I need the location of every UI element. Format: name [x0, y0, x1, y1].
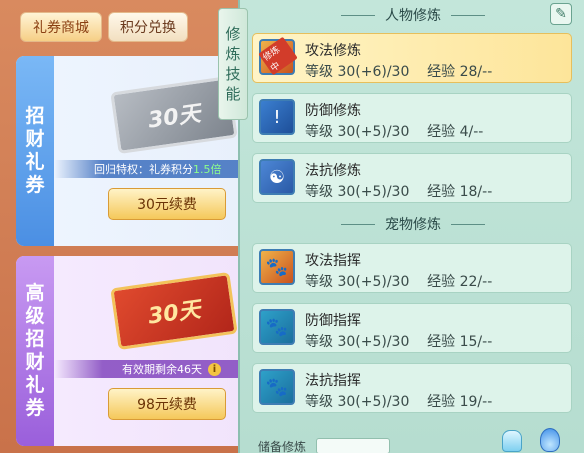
section-title-text: 人物修炼 [385, 8, 441, 24]
validity-banner: 有效期剩余46天 i [54, 360, 248, 378]
card-title-char: 招 [25, 105, 45, 127]
reserve-label: 储备修炼 [258, 440, 307, 453]
card-title-char: 财 [25, 128, 45, 150]
banner-text: 回归特权：礼券积分 [94, 163, 193, 176]
tab-coupon-mall[interactable]: 礼券商城 [20, 12, 102, 42]
skill-row-resist-training[interactable]: ☯ 法抗修炼 等级 30(+5)/30 经验 18/-- [252, 153, 572, 203]
skill-name: 攻法指挥 [305, 253, 361, 269]
tab-training-skills[interactable]: 修 炼 技 能 [218, 8, 248, 120]
skill-name: 法抗指挥 [305, 373, 361, 389]
vtab-char: 技 [225, 65, 241, 83]
card-side-label: 招 财 礼 券 [16, 56, 54, 246]
yinyang-icon: ☯ [259, 159, 295, 195]
card-side-label: 高 级 招 财 礼 券 [16, 256, 54, 446]
skill-stats: 等级 30(+5)/30 经验 19/-- [305, 394, 493, 410]
coupon-card: 招 财 礼 券 30天 回归特权：礼券积分 1.5倍 30元续费 [16, 56, 248, 246]
skill-stats: 等级 30(+6)/30 经验 28/-- [305, 64, 493, 80]
tab-points-exchange[interactable]: 积分兑换 [108, 12, 188, 42]
card-title-char: 礼 [25, 374, 45, 396]
vtab-char: 炼 [225, 45, 241, 63]
potion-icon[interactable] [502, 430, 522, 452]
info-icon[interactable]: i [208, 362, 221, 376]
gold-ticket-image: 30天 [110, 271, 238, 351]
edit-icon[interactable]: ✎ [550, 3, 572, 25]
card-title-char: 级 [25, 305, 45, 327]
paw-attack-icon: 🐾 [259, 249, 295, 285]
skill-stats: 等级 30(+5)/30 经验 22/-- [305, 274, 493, 290]
skill-row-attack-training[interactable]: ✊ 修炼中 攻法修炼 等级 30(+6)/30 经验 28/-- [252, 33, 572, 83]
skill-name: 防御指挥 [305, 313, 361, 329]
renew-30-button[interactable]: 30元续费 [108, 188, 226, 220]
paw-resist-icon: 🐾 [259, 369, 295, 405]
character-training-title: 人物修炼 [240, 5, 584, 25]
skill-stats: 等级 30(+5)/30 经验 18/-- [305, 184, 493, 200]
renew-98-button[interactable]: 98元续费 [108, 388, 226, 420]
skill-name: 防御修炼 [305, 103, 361, 119]
card-title-char: 券 [25, 174, 45, 196]
vtab-char: 修 [225, 25, 241, 43]
reserve-value-field [316, 438, 390, 453]
reserve-bar: 储备修炼 [240, 428, 584, 453]
training-panel: 人物修炼 ✎ ✊ 修炼中 攻法修炼 等级 30(+6)/30 经验 28/-- … [238, 0, 584, 453]
vtab-char: 能 [225, 85, 241, 103]
skill-row-pet-defense[interactable]: 🐾 防御指挥 等级 30(+5)/30 经验 15/-- [252, 303, 572, 353]
shield-icon: ! [259, 99, 295, 135]
card-title-char: 高 [25, 282, 45, 304]
skill-row-defense-training[interactable]: ! 防御修炼 等级 30(+5)/30 经验 4/-- [252, 93, 572, 143]
card-title-char: 礼 [25, 151, 45, 173]
pet-training-title: 宠物修炼 [240, 214, 584, 234]
card-title-char: 招 [25, 328, 45, 350]
banner-highlight: 1.5倍 [193, 163, 222, 176]
premium-coupon-card: 高 级 招 财 礼 券 30天 有效期剩余46天 i 98元续费 [16, 256, 248, 446]
card-title-char: 券 [25, 397, 45, 419]
skill-row-pet-resist[interactable]: 🐾 法抗指挥 等级 30(+5)/30 经验 19/-- [252, 363, 572, 413]
skill-stats: 等级 30(+5)/30 经验 15/-- [305, 334, 493, 350]
skill-name: 攻法修炼 [305, 43, 361, 59]
skill-stats: 等级 30(+5)/30 经验 4/-- [305, 124, 484, 140]
privilege-banner: 回归特权：礼券积分 1.5倍 [54, 160, 248, 178]
banner-text: 有效期剩余46天 [122, 363, 202, 376]
skill-row-pet-attack[interactable]: 🐾 攻法指挥 等级 30(+5)/30 经验 22/-- [252, 243, 572, 293]
flame-icon[interactable] [540, 428, 560, 452]
attack-icon: ✊ 修炼中 [258, 36, 298, 76]
skill-name: 法抗修炼 [305, 163, 361, 179]
section-title-text: 宠物修炼 [385, 217, 441, 233]
shop-panel: 礼券商城 积分兑换 招 财 礼 券 30天 回归特权：礼券积分 1.5倍 30元… [0, 0, 248, 453]
paw-defense-icon: 🐾 [259, 309, 295, 345]
training-status-badge: 修炼中 [258, 36, 298, 76]
card-title-char: 财 [25, 351, 45, 373]
